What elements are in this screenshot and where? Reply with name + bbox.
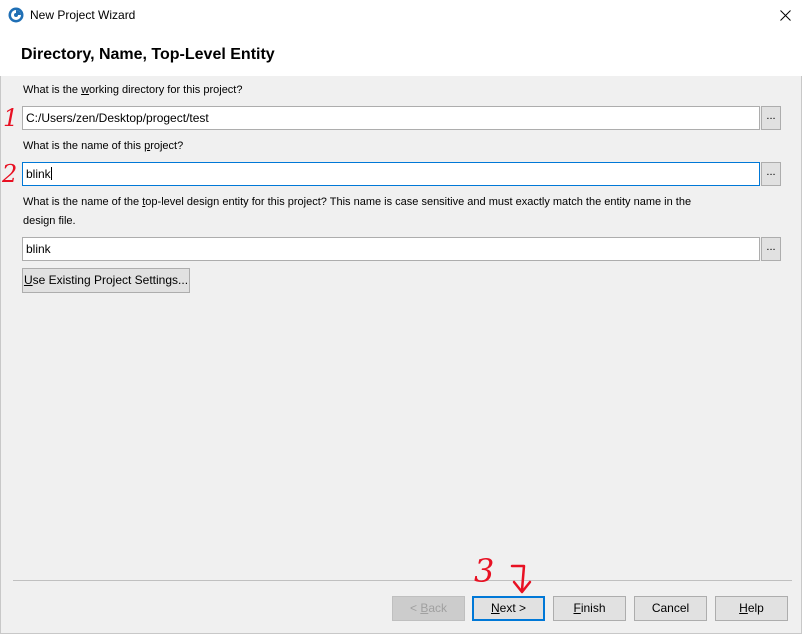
annotation-step-3: 3 bbox=[474, 552, 495, 590]
directory-input[interactable]: C:/Users/zen/Desktop/progect/test bbox=[22, 106, 760, 130]
annotation-step-1: 1 bbox=[3, 104, 19, 132]
wizard-body: What is the working directory for this p… bbox=[0, 76, 802, 634]
top-level-entity-input[interactable]: blink bbox=[22, 237, 760, 261]
next-button[interactable]: Next > bbox=[472, 596, 545, 621]
top-level-entity-label-line2: design file. bbox=[23, 215, 76, 227]
annotation-step-2: 2 bbox=[2, 160, 18, 188]
window-title: New Project Wizard bbox=[30, 8, 136, 22]
close-button[interactable] bbox=[770, 4, 800, 26]
cancel-button[interactable]: Cancel bbox=[634, 596, 707, 621]
directory-label: What is the working directory for this p… bbox=[23, 84, 243, 96]
text-caret bbox=[50, 167, 52, 180]
annotation-arrow-icon bbox=[510, 564, 532, 594]
back-button[interactable]: < Back bbox=[392, 596, 465, 621]
page-title: Directory, Name, Top-Level Entity bbox=[21, 46, 275, 63]
quartus-app-icon bbox=[8, 7, 24, 23]
close-icon bbox=[779, 9, 791, 21]
top-level-entity-label: What is the name of the top-level design… bbox=[23, 196, 692, 208]
finish-button[interactable]: Finish bbox=[553, 596, 626, 621]
project-name-input[interactable]: blink bbox=[22, 162, 760, 186]
directory-browse-button[interactable]: ... bbox=[761, 106, 781, 130]
project-name-label: What is the name of this project? bbox=[23, 140, 184, 152]
use-existing-project-settings-button[interactable]: Use Existing Project Settings... bbox=[22, 268, 190, 293]
project-name-browse-button[interactable]: ... bbox=[761, 162, 781, 186]
help-button[interactable]: Help bbox=[715, 596, 788, 621]
wizard-header: Directory, Name, Top-Level Entity bbox=[0, 30, 802, 76]
title-bar: New Project Wizard bbox=[0, 0, 802, 30]
top-level-entity-browse-button[interactable]: ... bbox=[761, 237, 781, 261]
footer-separator bbox=[13, 580, 792, 581]
